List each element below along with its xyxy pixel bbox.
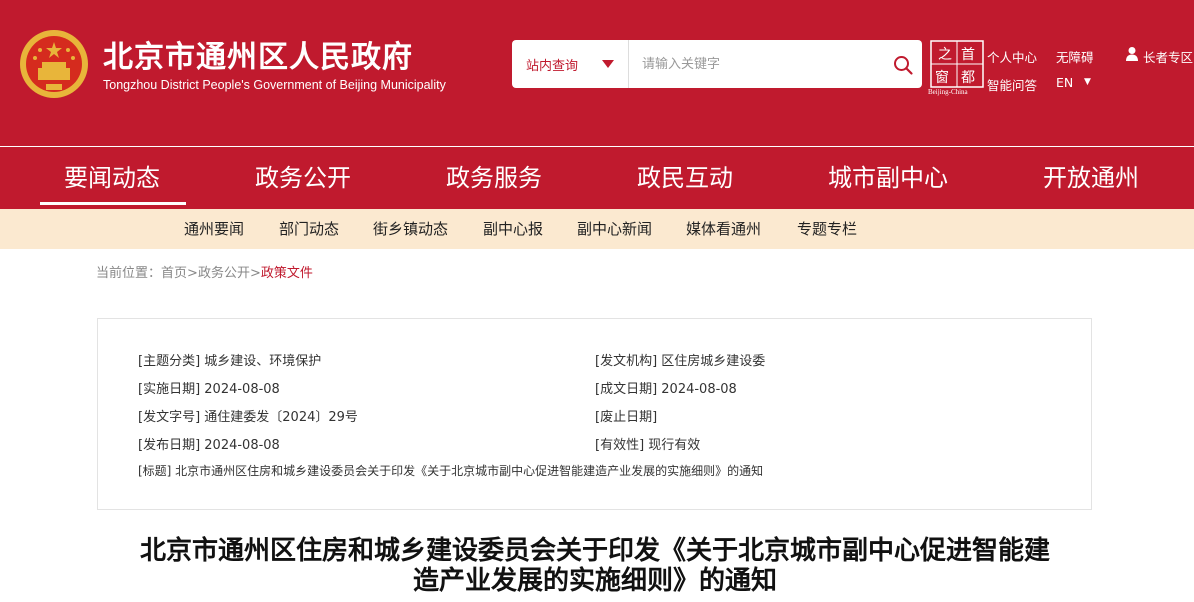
meta-topic: [主题分类] 城乡建设、环境保护 [138,354,322,369]
meta-repeal-date: [废止日期] [595,410,658,425]
meta-written-date: [成文日期] 2024-08-08 [595,382,737,397]
svg-text:之: 之 [938,47,952,63]
search-box: 站内查询 [512,40,922,88]
breadcrumb-separator: > [249,266,261,281]
sub-nav: 通州要闻 部门动态 街乡镇动态 副中心报 副中心新闻 媒体看通州 专题专栏 [0,209,1194,249]
breadcrumb-separator: > [187,266,198,281]
svg-text:都: 都 [961,70,975,86]
article-title-line: 北京市通州区住房和城乡建设委员会关于印发《关于北京城市副中心促进智能建 [139,536,1050,566]
svg-text:窗: 窗 [935,69,949,86]
search-scope-label: 站内查询 [525,58,578,74]
nav-item-interaction[interactable]: 政民互动 [637,147,733,209]
search-scope-dropdown[interactable]: 站内查询 [512,40,629,88]
site-subtitle: Tongzhou District People's Government of… [103,78,446,92]
svg-text:首: 首 [961,47,975,63]
elder-zone-link[interactable]: 长者专区 [1143,47,1193,66]
main-nav: 要闻动态 政务公开 政务服务 政民互动 城市副中心 开放通州 [0,147,1194,209]
nav-item-gov-affairs[interactable]: 政务公开 [255,147,351,209]
sub-nav-item[interactable]: 街乡镇动态 [373,209,448,249]
sub-nav-item[interactable]: 部门动态 [279,209,339,249]
meta-publish-date: [发布日期] 2024-08-08 [138,438,280,453]
language-switch[interactable]: EN [1056,75,1073,90]
sub-nav-item[interactable]: 通州要闻 [184,209,244,249]
sub-nav-item[interactable]: 副中心新闻 [577,209,652,249]
nav-item-gov-services[interactable]: 政务服务 [446,147,542,209]
meta-issuer: [发文机构] 区住房城乡建设委 [595,354,766,369]
search-input[interactable] [630,40,885,88]
national-emblem-icon[interactable] [18,28,90,100]
breadcrumb-section[interactable]: 政务公开 [198,266,250,281]
article-title: 北京市通州区住房和城乡建设委员会关于印发《关于北京城市副中心促进智能建 造产业发… [90,536,1100,596]
capital-logo-caption: Beijing-China [928,88,968,96]
article-title-line: 造产业发展的实施细则》的通知 [412,566,777,596]
accessibility-link[interactable]: 无障碍 [1056,47,1094,66]
meta-effective-date: [实施日期] 2024-08-08 [138,382,280,397]
user-icon [1126,47,1138,61]
sub-nav-item[interactable]: 专题专栏 [797,209,857,249]
document-meta-box: [主题分类] 城乡建设、环境保护 [发文机构] 区住房城乡建设委 [实施日期] … [97,318,1092,510]
personal-center-link[interactable]: 个人中心 [987,47,1037,66]
nav-item-sub-center[interactable]: 城市副中心 [828,147,948,209]
breadcrumb-current[interactable]: 政策文件 [261,266,313,281]
smart-qa-link[interactable]: 智能问答 [987,75,1037,94]
site-title[interactable]: 北京市通州区人民政府 [103,32,413,76]
breadcrumb-home[interactable]: 首页 [161,266,187,281]
nav-item-news[interactable]: 要闻动态 [64,147,160,209]
meta-doc-number: [发文字号] 通住建委发〔2024〕29号 [138,410,358,425]
sub-nav-item[interactable]: 媒体看通州 [686,209,761,249]
breadcrumb-prefix: 当前位置： [96,266,162,281]
caret-down-icon [602,60,614,68]
breadcrumb: 当前位置：首页>政务公开>政策文件 [96,262,313,281]
caret-down-icon: ▼ [1084,77,1091,87]
meta-title: [标题] 北京市通州区住房和城乡建设委员会关于印发《关于北京城市副中心促进智能建… [138,464,764,478]
nav-item-open-tongzhou[interactable]: 开放通州 [1043,147,1139,209]
site-header: 北京市通州区人民政府 Tongzhou District People's Go… [0,0,1194,146]
search-icon[interactable] [892,54,914,76]
sub-nav-item[interactable]: 副中心报 [483,209,543,249]
meta-validity: [有效性] 现行有效 [595,438,701,453]
nav-active-indicator [40,202,186,205]
